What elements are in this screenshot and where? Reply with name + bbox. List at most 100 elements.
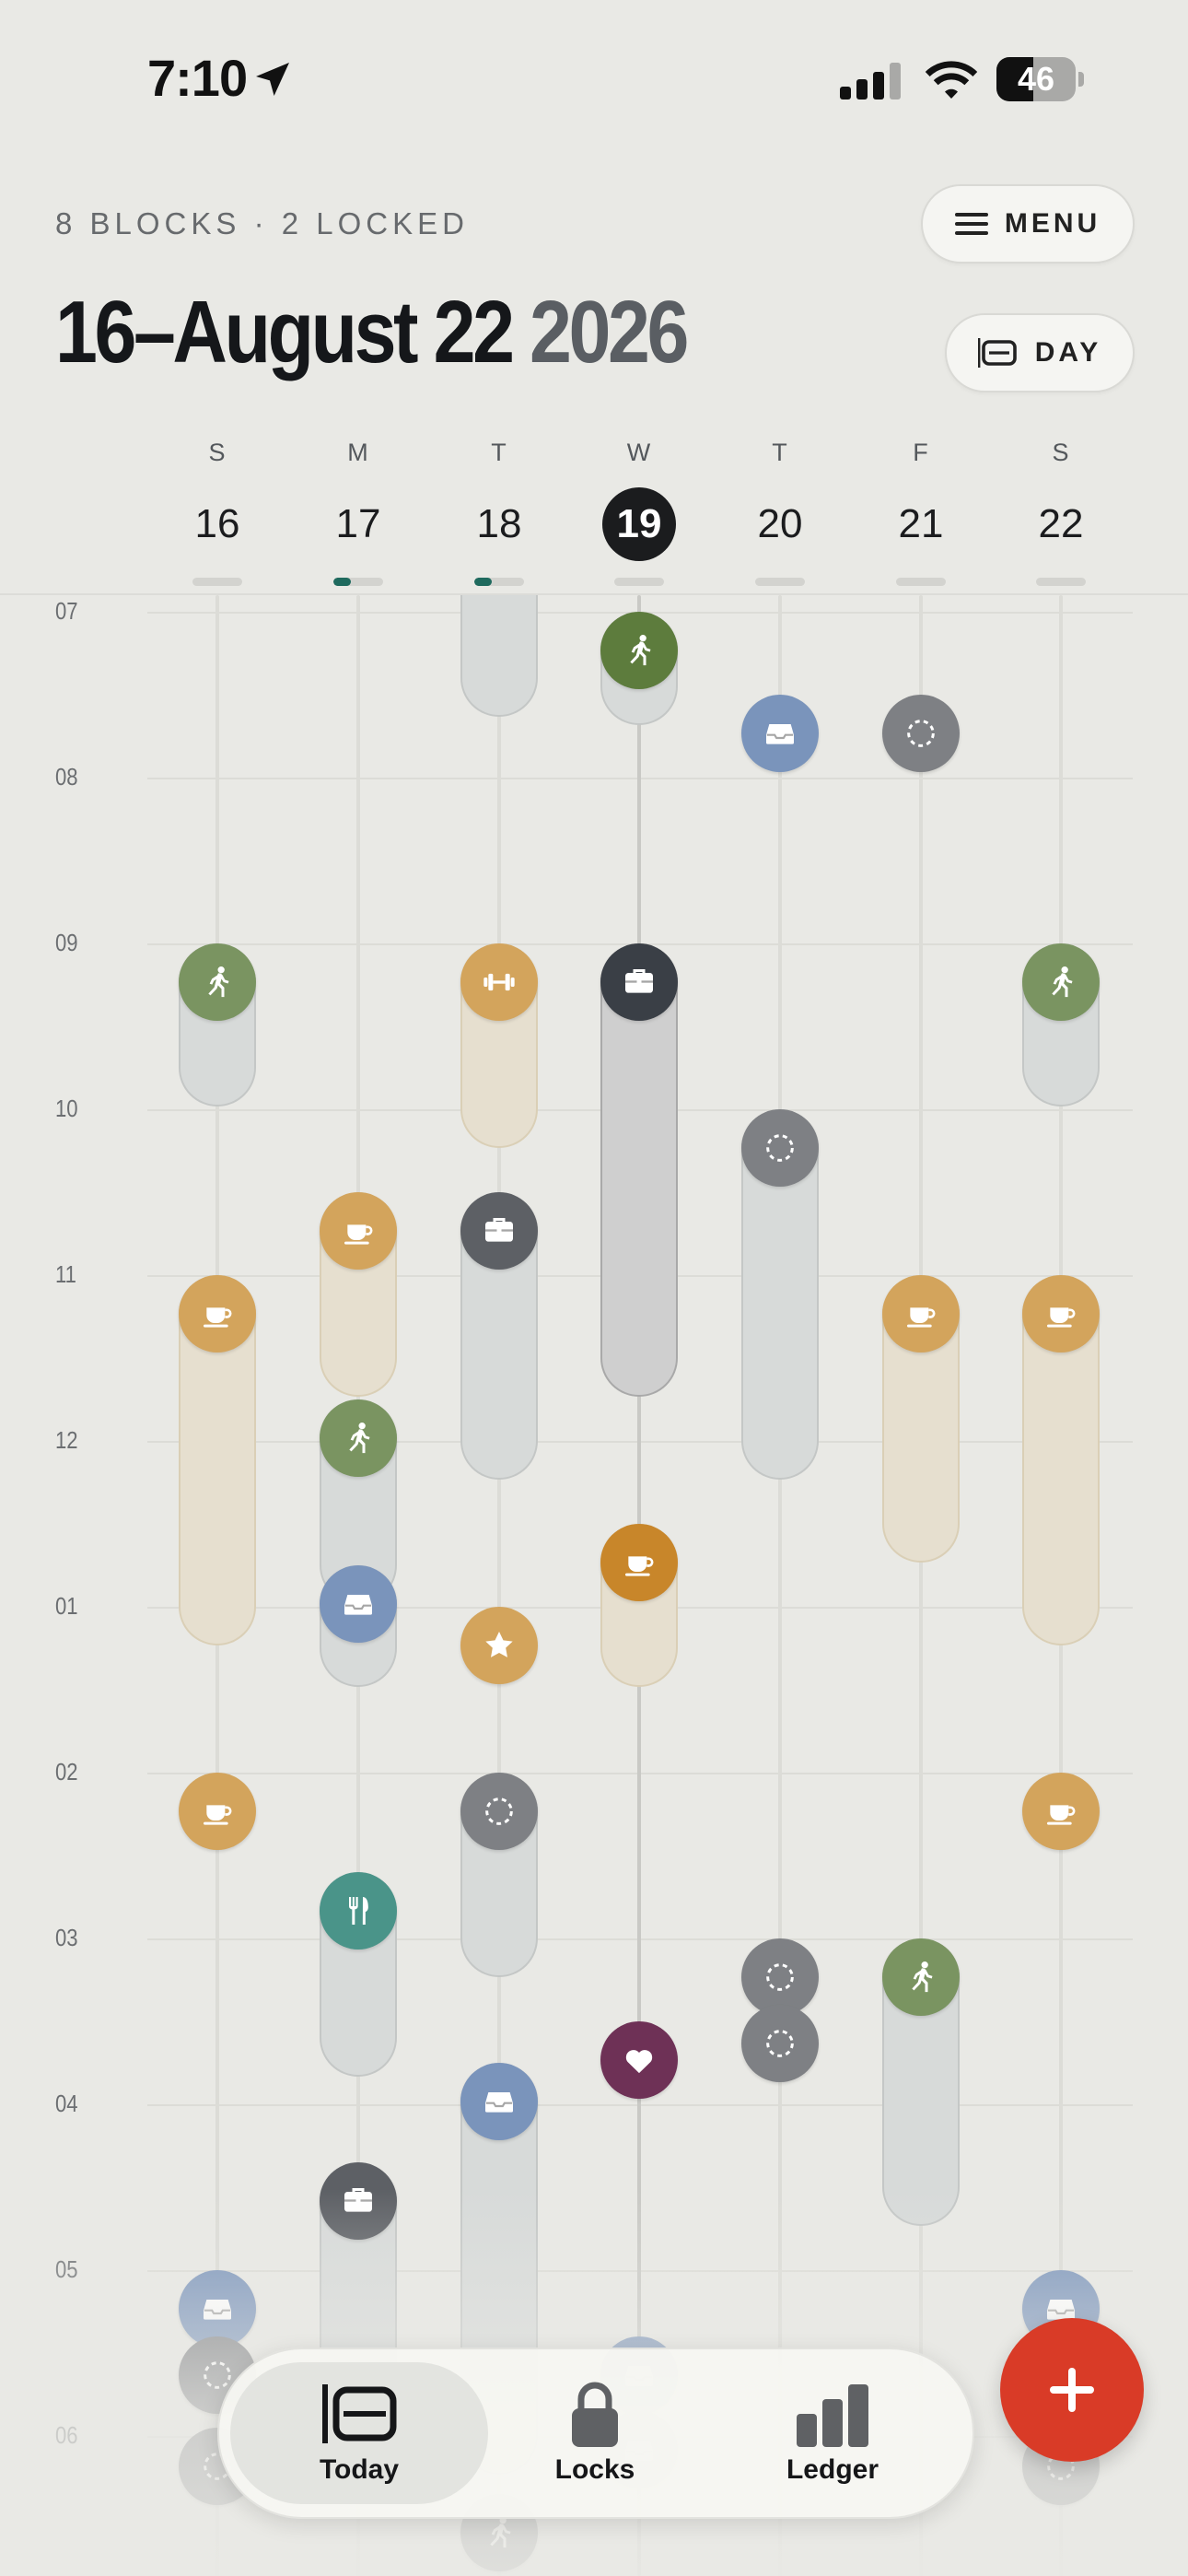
day-number: 16 xyxy=(194,501,240,546)
day-column-18[interactable]: T 18 xyxy=(444,433,554,586)
block-utensils-icon[interactable] xyxy=(320,1872,397,1950)
today-icon xyxy=(322,2384,397,2443)
battery-percent: 46 xyxy=(1017,60,1055,98)
tab-ledger-label: Ledger xyxy=(786,2454,879,2485)
coffee-icon xyxy=(907,1307,936,1328)
block-inbox-icon[interactable] xyxy=(741,695,819,772)
hour-label: 10 xyxy=(55,1095,78,1122)
hour-label: 08 xyxy=(55,763,78,790)
coffee-icon xyxy=(344,1224,373,1245)
hour-label: 11 xyxy=(55,1260,76,1288)
runner-icon xyxy=(490,2517,511,2548)
block-briefcase-icon[interactable] xyxy=(600,943,678,1021)
blocks-summary: 8 BLOCKS · 2 LOCKED xyxy=(55,206,469,240)
location-arrow-icon xyxy=(256,63,289,96)
title-year: 2026 xyxy=(530,283,689,381)
day-column-19[interactable]: W 19 xyxy=(584,433,694,586)
hour-label: 05 xyxy=(55,2255,78,2283)
block-coffee-icon[interactable] xyxy=(1022,1275,1100,1352)
block-runner-icon[interactable] xyxy=(179,943,256,1021)
time-block[interactable] xyxy=(460,595,538,717)
view-mode-button[interactable]: DAY xyxy=(945,313,1135,392)
block-inbox-icon[interactable] xyxy=(460,2063,538,2140)
day-progress-bar xyxy=(474,578,524,586)
day-number: 18 xyxy=(476,501,522,546)
menu-button[interactable]: MENU xyxy=(921,184,1135,263)
day-of-week-label: S xyxy=(1052,439,1070,466)
day-progress-bar xyxy=(755,578,805,586)
inbox-icon xyxy=(485,2092,513,2113)
menu-label: MENU xyxy=(1004,208,1101,239)
runner-icon xyxy=(1052,966,1073,998)
day-of-week-label: W xyxy=(626,439,652,466)
dashed-circle-icon xyxy=(907,720,935,747)
block-dumbbell-icon[interactable] xyxy=(460,943,538,1021)
day-progress-bar xyxy=(192,578,242,586)
hour-label: 07 xyxy=(55,597,78,625)
hour-label: 06 xyxy=(55,2421,78,2449)
block-coffee-icon[interactable] xyxy=(882,1275,960,1352)
block-runner-icon[interactable] xyxy=(600,612,678,689)
block-runner-icon[interactable] xyxy=(882,1938,960,2016)
block-dashed-circle-icon[interactable] xyxy=(882,695,960,772)
tab-today[interactable]: Today xyxy=(230,2362,488,2504)
day-number: 20 xyxy=(757,501,803,546)
day-of-week-label: M xyxy=(347,439,369,466)
block-heart-icon[interactable] xyxy=(600,2021,678,2099)
day-column-17[interactable]: M 17 xyxy=(303,433,413,586)
block-briefcase-icon[interactable] xyxy=(320,2162,397,2240)
tab-today-label: Today xyxy=(319,2454,400,2485)
wifi-icon xyxy=(925,61,978,99)
tab-ledger[interactable]: Ledger xyxy=(704,2362,961,2504)
day-column-21[interactable]: F 21 xyxy=(866,433,976,586)
block-dashed-circle-icon[interactable] xyxy=(741,2005,819,2082)
day-progress-bar xyxy=(896,578,946,586)
block-runner-icon[interactable] xyxy=(320,1399,397,1477)
block-coffee-icon[interactable] xyxy=(600,1524,678,1601)
day-column-22[interactable]: S 22 xyxy=(1006,433,1116,586)
coffee-icon xyxy=(204,1805,232,1825)
day-column-20[interactable]: T 20 xyxy=(725,433,835,586)
dashed-circle-icon xyxy=(485,1797,513,1825)
week-strip: S 16 M 17 T 18 W 19 T 20 F 21 S 22 xyxy=(0,433,1188,591)
block-coffee-icon[interactable] xyxy=(179,1773,256,1850)
block-dashed-circle-icon[interactable] xyxy=(460,1773,538,1850)
plus-icon xyxy=(1050,2368,1094,2412)
day-of-week-label: T xyxy=(491,439,507,466)
block-dashed-circle-icon[interactable] xyxy=(741,1109,819,1187)
coffee-icon xyxy=(1047,1805,1076,1825)
inbox-icon xyxy=(766,724,794,744)
dashed-circle-icon xyxy=(766,1963,794,1991)
runner-icon xyxy=(630,635,651,666)
block-briefcase-icon[interactable] xyxy=(460,1192,538,1270)
view-mode-label: DAY xyxy=(1034,337,1102,368)
block-coffee-icon[interactable] xyxy=(320,1192,397,1270)
dumbbell-icon xyxy=(483,973,515,991)
block-inbox-icon[interactable] xyxy=(320,1565,397,1643)
runner-icon xyxy=(349,1423,370,1454)
day-column-16[interactable]: S 16 xyxy=(162,433,273,586)
tab-locks[interactable]: Locks xyxy=(466,2362,724,2504)
page-title: 16–August 22 2026 xyxy=(55,282,689,383)
day-of-week-label: T xyxy=(772,439,788,466)
hour-label: 09 xyxy=(55,929,78,956)
briefcase-icon xyxy=(485,1218,513,1242)
briefcase-icon xyxy=(344,2188,372,2212)
day-of-week-label: F xyxy=(913,439,929,466)
inbox-icon xyxy=(204,2300,231,2320)
block-star-icon[interactable] xyxy=(460,1607,538,1684)
lock-icon xyxy=(572,2382,618,2447)
block-runner-icon[interactable] xyxy=(1022,943,1100,1021)
hour-label: 12 xyxy=(55,1426,78,1454)
tab-locks-label: Locks xyxy=(554,2454,635,2485)
block-coffee-icon[interactable] xyxy=(1022,1773,1100,1850)
briefcase-icon xyxy=(625,969,653,993)
block-coffee-icon[interactable] xyxy=(179,1275,256,1352)
inbox-icon xyxy=(344,1595,372,1615)
add-block-button[interactable] xyxy=(1000,2318,1144,2462)
hamburger-icon xyxy=(954,213,988,235)
day-number: 22 xyxy=(1038,501,1084,546)
day-track xyxy=(919,595,923,2576)
runner-icon xyxy=(208,966,229,998)
heart-icon xyxy=(625,2050,653,2074)
